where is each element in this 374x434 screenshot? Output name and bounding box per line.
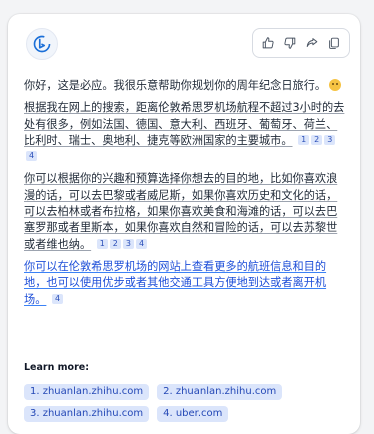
- chat-response-card: 你好，这是必应。我很乐意帮助你规划你的周年纪念日旅行。 根据我在网上的搜索，距离…: [8, 14, 360, 434]
- paragraph-1: 根据我在网上的搜索，距离伦敦希思罗机场航程不超过3小时的去处有很多，例如法国、德…: [24, 101, 345, 162]
- citation-badge[interactable]: 1: [298, 134, 310, 145]
- citation-badge[interactable]: 4: [26, 151, 38, 162]
- learn-more-link[interactable]: 2. zhuanlan.zhihu.com: [157, 384, 283, 400]
- citation-badge[interactable]: 3: [324, 134, 336, 145]
- citation-badge[interactable]: 4: [135, 238, 148, 249]
- bing-logo-icon: [26, 28, 58, 60]
- paragraph-2: 你可以根据你的兴趣和预算选择你想去的目的地，比如你喜欢浪漫的话，可以去巴黎或者威…: [24, 172, 338, 251]
- citation-badge[interactable]: 1: [96, 238, 108, 249]
- message-actions: [252, 28, 350, 58]
- message-body: 你好，这是必应。我很乐意帮助你规划你的周年纪念日旅行。 根据我在网上的搜索，距离…: [24, 78, 346, 314]
- citation-badge[interactable]: 2: [311, 134, 323, 145]
- learn-more-label: Learn more:: [24, 362, 90, 373]
- learn-more-link[interactable]: 1. zhuanlan.zhihu.com: [24, 384, 150, 400]
- learn-more-link[interactable]: 3. zhuanlan.zhihu.com: [24, 406, 150, 422]
- smile-emoji-icon: [329, 79, 342, 91]
- thumbs-down-icon[interactable]: [279, 31, 301, 55]
- citation-badge[interactable]: 3: [122, 238, 134, 249]
- copy-icon[interactable]: [323, 31, 345, 55]
- citation-badge[interactable]: 4: [51, 293, 64, 304]
- paragraph-3: 你可以在伦敦希思罗机场的网站上查看更多的航班信息和目的地，也可以使用优步或者其他…: [24, 259, 327, 306]
- greeting-text: 你好，这是必应。我很乐意帮助你规划你的周年纪念日旅行。: [24, 78, 346, 94]
- learn-more-links: 1. zhuanlan.zhihu.com 2. zhuanlan.zhihu.…: [24, 384, 354, 422]
- citation-badge[interactable]: 2: [109, 238, 121, 249]
- share-icon[interactable]: [301, 31, 323, 55]
- thumbs-up-icon[interactable]: [257, 31, 279, 55]
- learn-more-link[interactable]: 4. uber.com: [157, 406, 229, 422]
